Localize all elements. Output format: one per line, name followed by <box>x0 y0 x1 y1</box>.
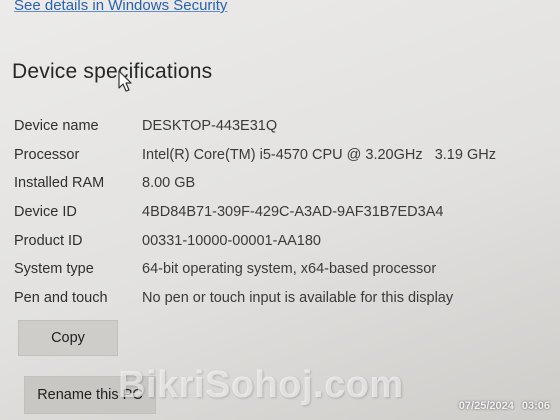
timestamp-date: 07/25/2024 <box>458 400 514 412</box>
device-specifications-heading: Device specifications <box>12 60 213 83</box>
spec-row-system-type: System type 64-bit operating system, x64… <box>14 255 544 284</box>
copy-button[interactable]: Copy <box>18 320 118 356</box>
spec-row-pen-and-touch: Pen and touch No pen or touch input is a… <box>14 284 544 313</box>
spec-label: Installed RAM <box>14 175 105 192</box>
spec-label: System type <box>14 261 94 278</box>
spec-row-device-id: Device ID 4BD84B71-309F-429C-A3AD-9AF31B… <box>14 198 544 227</box>
spec-value: 00331-10000-00001-AA180 <box>142 232 321 249</box>
spec-row-product-id: Product ID 00331-10000-00001-AA180 <box>14 226 544 255</box>
spec-label: Product ID <box>14 232 83 249</box>
spec-value: Intel(R) Core(TM) i5-4570 CPU @ 3.20GHz … <box>142 146 496 163</box>
spec-label: Device name <box>14 118 99 135</box>
spec-value: 4BD84B71-309F-429C-A3AD-9AF31B7ED3A4 <box>142 204 444 221</box>
spec-value: 64-bit operating system, x64-based proce… <box>142 261 437 278</box>
mouse-pointer-icon <box>118 70 132 92</box>
watermark: BikriSohoj.com <box>118 364 404 406</box>
spec-value: DESKTOP-443E31Q <box>142 118 278 135</box>
photo-timestamp: 07/25/2024 03:06 <box>459 400 550 412</box>
spec-label: Processor <box>14 146 80 163</box>
spec-value: No pen or touch input is available for t… <box>142 289 454 306</box>
timestamp-time: 03:06 <box>521 400 550 412</box>
spec-label: Device ID <box>14 204 77 221</box>
spec-label: Pen and touch <box>14 289 108 306</box>
specs-table: Device name DESKTOP-443E31Q Processor In… <box>14 112 544 312</box>
spec-row-installed-ram: Installed RAM 8.00 GB <box>14 169 544 198</box>
spec-row-device-name: Device name DESKTOP-443E31Q <box>14 112 544 141</box>
windows-security-link[interactable]: See details in Windows Security <box>14 0 227 14</box>
spec-value: 8.00 GB <box>142 175 196 192</box>
spec-row-processor: Processor Intel(R) Core(TM) i5-4570 CPU … <box>14 141 544 170</box>
